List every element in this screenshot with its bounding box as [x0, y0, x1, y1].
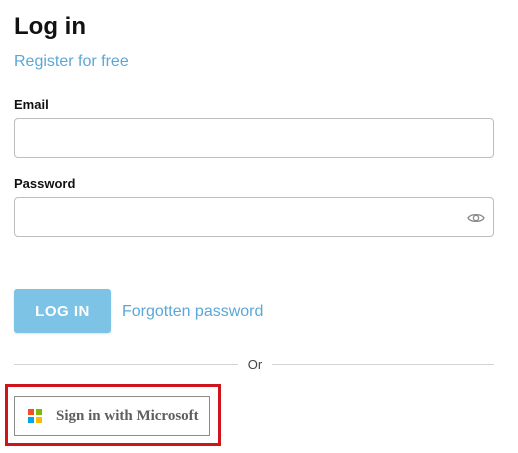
forgotten-password-link[interactable]: Forgotten password [122, 302, 263, 322]
password-label: Password [14, 176, 76, 191]
divider-right [272, 364, 494, 365]
divider-or-text: Or [247, 357, 263, 372]
microsoft-logo-icon [28, 409, 42, 423]
email-field[interactable] [14, 118, 494, 158]
page-title: Log in [14, 13, 86, 40]
microsoft-button-label: Sign in with Microsoft [56, 407, 199, 424]
register-link[interactable]: Register for free [14, 52, 129, 72]
divider-left [14, 364, 238, 365]
show-password-eye-icon[interactable] [467, 211, 485, 223]
email-label: Email [14, 97, 49, 112]
login-button[interactable]: LOG IN [14, 289, 111, 333]
sign-in-with-microsoft-button[interactable]: Sign in with Microsoft [14, 396, 210, 436]
password-field[interactable] [14, 197, 494, 237]
